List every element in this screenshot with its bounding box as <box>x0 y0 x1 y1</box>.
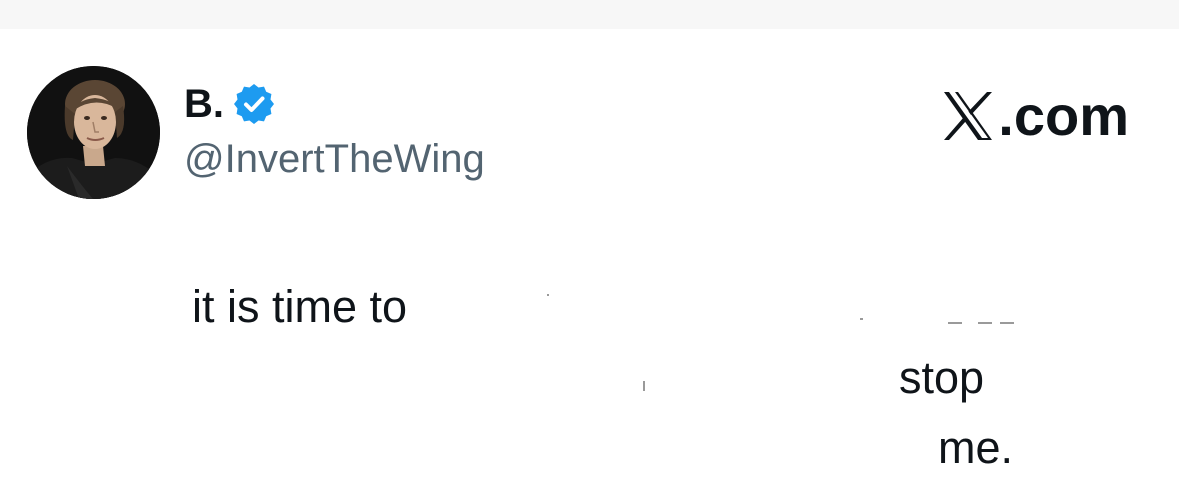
avatar[interactable] <box>27 66 160 199</box>
avatar-photo <box>27 66 160 199</box>
verified-badge-icon[interactable] <box>234 84 274 124</box>
erased-text-remnant <box>1000 322 1014 324</box>
brand-watermark: .com <box>940 86 1129 146</box>
erased-text-remnant <box>978 322 992 324</box>
erased-text-remnant <box>547 294 549 296</box>
top-strip <box>0 0 1179 29</box>
user-handle[interactable]: @InvertTheWing <box>184 136 485 182</box>
display-name[interactable]: B. <box>184 82 224 126</box>
x-logo-icon <box>944 92 993 140</box>
erased-text-remnant <box>948 322 962 324</box>
tweet-text-line-1: it is time to <box>192 281 408 332</box>
tweet-text-line-3: me. <box>938 422 1014 473</box>
tweet-text-line-2: stop <box>899 352 985 403</box>
erased-text-remnant <box>860 318 863 320</box>
erased-text-remnant <box>643 381 645 391</box>
display-name-row: B. <box>184 82 274 126</box>
brand-domain-text: .com <box>998 84 1129 147</box>
